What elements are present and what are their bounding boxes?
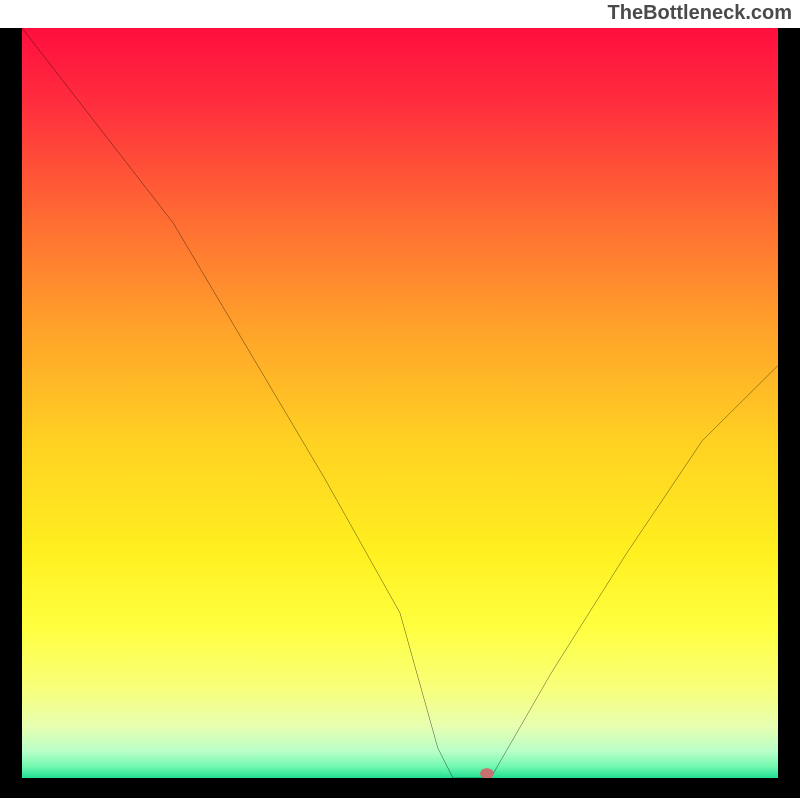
plot-frame (0, 28, 800, 798)
bottleneck-plot (22, 28, 778, 778)
attribution-label: TheBottleneck.com (608, 2, 792, 25)
plot-background (22, 28, 778, 778)
chart-container: TheBottleneck.com (0, 0, 800, 800)
